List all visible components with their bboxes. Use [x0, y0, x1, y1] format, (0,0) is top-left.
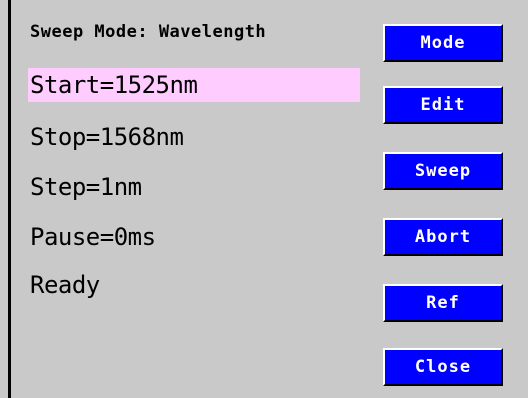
ref-button[interactable]: Ref — [383, 284, 503, 322]
mode-button[interactable]: Mode — [383, 24, 503, 62]
sweep-button[interactable]: Sweep — [383, 152, 503, 190]
sweep-panel: Sweep Mode: Wavelength Start=1525nm Stop… — [11, 0, 528, 398]
pause-parameter[interactable]: Pause=0ms — [30, 220, 156, 254]
stop-parameter[interactable]: Stop=1568nm — [30, 120, 184, 154]
step-parameter[interactable]: Step=1nm — [30, 170, 142, 204]
abort-button[interactable]: Abort — [383, 218, 503, 256]
edit-button[interactable]: Edit — [383, 86, 503, 124]
status-text: Ready — [30, 271, 100, 299]
sweep-mode-header: Sweep Mode: Wavelength — [30, 22, 267, 42]
close-button[interactable]: Close — [383, 348, 503, 386]
start-parameter[interactable]: Start=1525nm — [28, 68, 360, 102]
